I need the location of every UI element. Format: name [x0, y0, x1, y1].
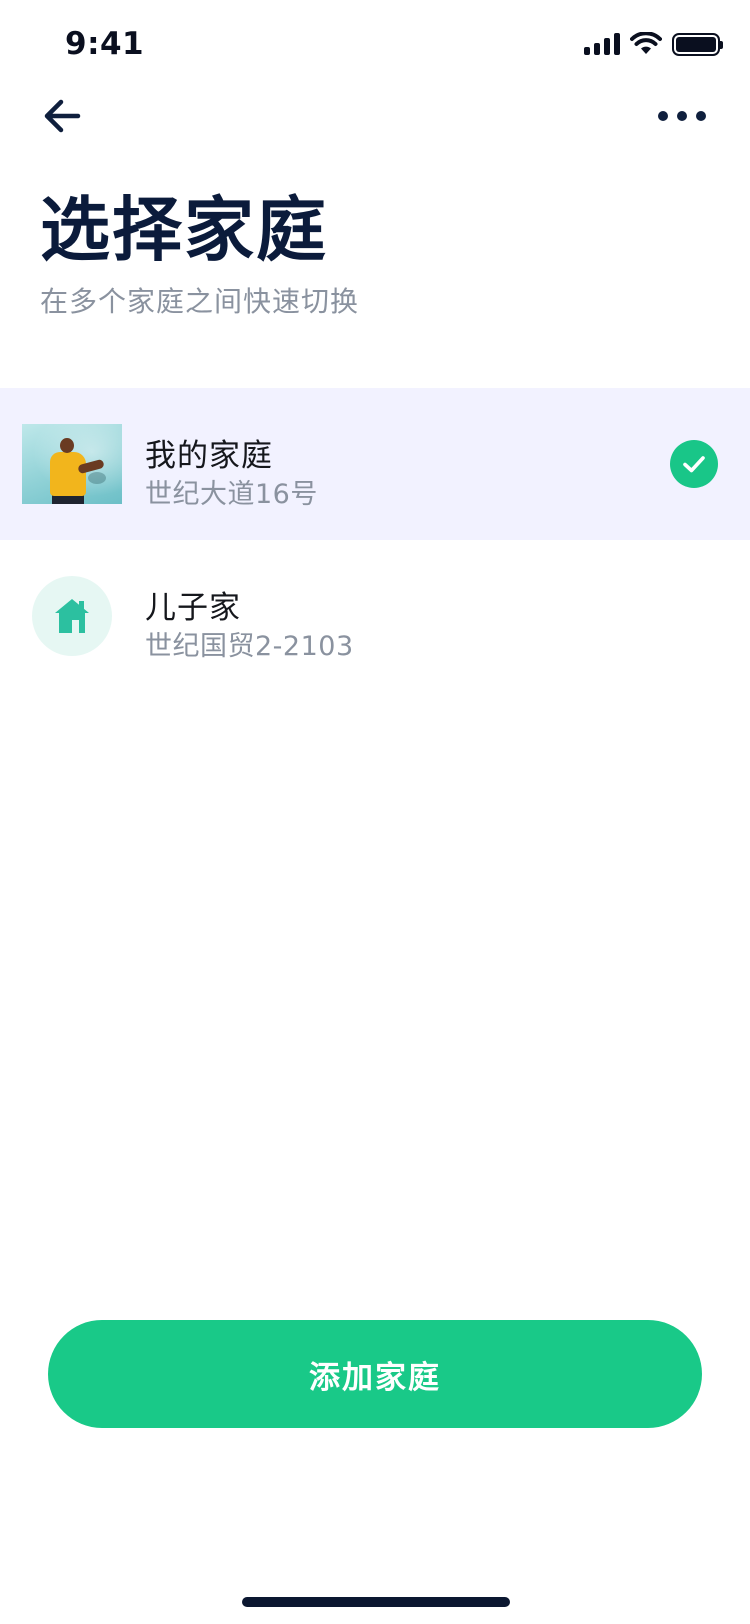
battery-icon	[672, 32, 723, 56]
home-name: 我的家庭	[145, 438, 273, 474]
more-button[interactable]	[658, 104, 706, 128]
home-select-screen: 9:41 选择家庭 在多个家庭之间快速切换 我的家庭 世纪大道16号 儿子家 世…	[0, 0, 750, 1624]
house-icon	[55, 599, 89, 633]
page-title: 选择家庭	[40, 189, 328, 271]
checkmark-icon	[683, 456, 705, 473]
arrow-left-icon	[44, 99, 81, 133]
back-button[interactable]	[40, 94, 84, 138]
home-indicator[interactable]	[242, 1597, 510, 1607]
status-icons	[584, 32, 723, 56]
wifi-icon	[630, 32, 662, 54]
home-list: 我的家庭 世纪大道16号 儿子家 世纪国贸2-2103	[0, 388, 750, 692]
more-horizontal-icon-dot	[677, 111, 687, 121]
home-item-sons-home[interactable]: 儿子家 世纪国贸2-2103	[0, 540, 750, 692]
home-name: 儿子家	[145, 590, 241, 626]
page-subtitle: 在多个家庭之间快速切换	[40, 285, 360, 318]
add-home-button[interactable]: 添加家庭	[48, 1320, 702, 1428]
more-horizontal-icon	[658, 111, 668, 121]
status-time: 9:41	[65, 26, 145, 62]
more-horizontal-icon-dot	[696, 111, 706, 121]
cellular-signal-icon	[584, 33, 620, 55]
home-photo	[22, 424, 122, 504]
battery-fill	[676, 36, 716, 52]
home-address: 世纪国贸2-2103	[145, 631, 354, 662]
home-avatar	[32, 576, 112, 656]
check-circle-icon	[670, 440, 718, 488]
home-address: 世纪大道16号	[145, 479, 318, 510]
status-bar: 9:41	[0, 0, 750, 90]
home-item-my-home[interactable]: 我的家庭 世纪大道16号	[0, 388, 750, 540]
